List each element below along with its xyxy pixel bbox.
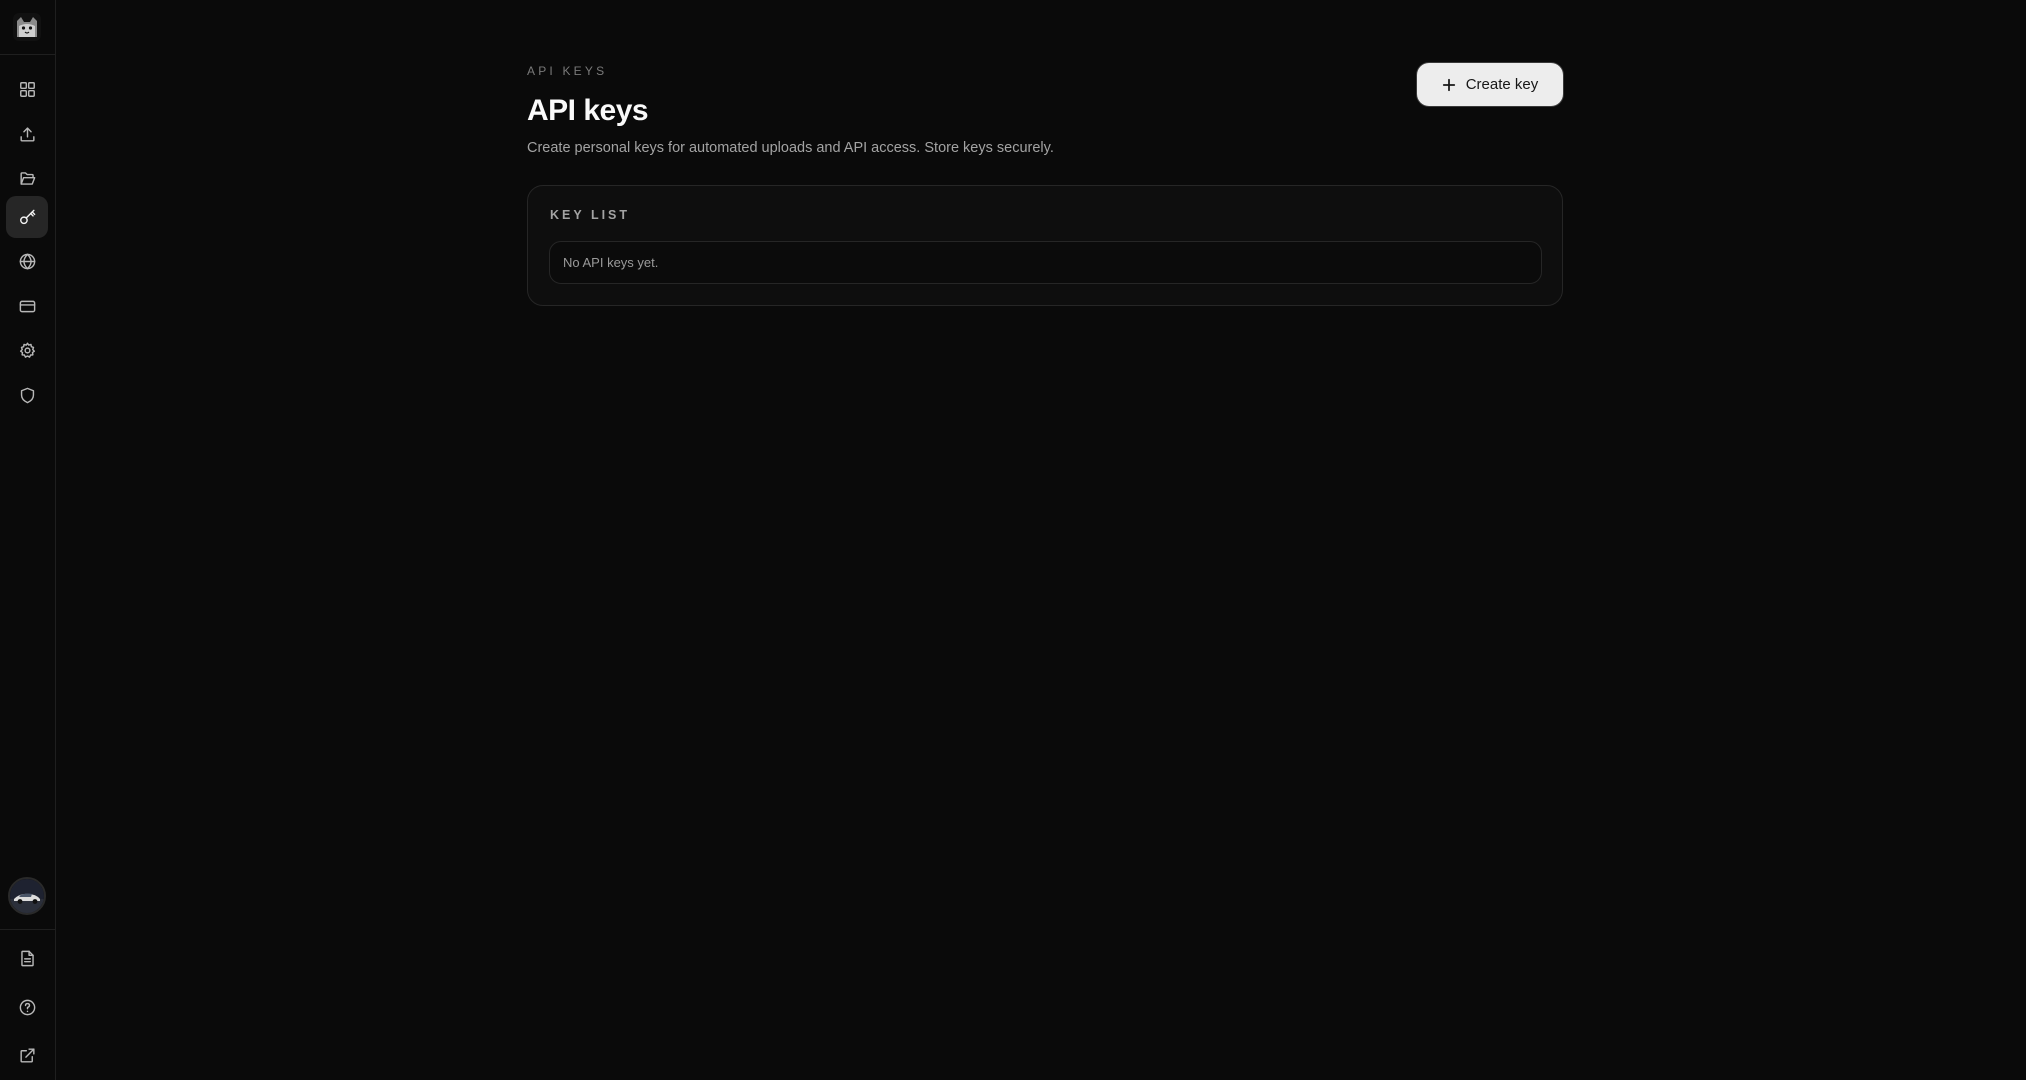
help-circle-icon <box>19 999 35 1015</box>
sidebar-item-settings[interactable] <box>6 329 48 371</box>
shield-icon <box>20 387 34 403</box>
folder-open-icon <box>19 171 35 185</box>
sidebar-item-dashboard[interactable] <box>6 68 48 110</box>
page-eyebrow: API KEYS <box>527 64 608 78</box>
sidebar <box>0 0 56 1080</box>
sidebar-item-domains[interactable] <box>6 240 48 282</box>
key-list-card: KEY LIST No API keys yet. <box>527 185 1563 306</box>
grid-icon <box>19 81 35 97</box>
page-title: API keys <box>527 94 649 127</box>
cat-logo-icon[interactable] <box>12 12 42 42</box>
sidebar-item-docs[interactable] <box>6 937 48 979</box>
plus-icon <box>1442 78 1455 91</box>
app-root: API KEYS API keys Create personal keys f… <box>0 0 2026 1080</box>
main-content: API KEYS API keys Create personal keys f… <box>56 0 2026 1080</box>
sidebar-item-api-keys[interactable] <box>6 196 48 238</box>
page-description: Create personal keys for automated uploa… <box>527 140 1054 156</box>
sidebar-item-help[interactable] <box>6 986 48 1028</box>
sidebar-item-security[interactable] <box>6 374 48 416</box>
key-icon <box>19 209 35 224</box>
sidebar-divider <box>0 929 55 930</box>
upload-icon <box>19 126 35 142</box>
sidebar-item-files[interactable] <box>6 157 48 199</box>
credit-card-icon <box>19 300 35 312</box>
key-list-title: KEY LIST <box>550 208 631 222</box>
sidebar-item-upload[interactable] <box>6 113 48 155</box>
key-list-empty-state: No API keys yet. <box>549 241 1542 284</box>
external-link-icon <box>19 1047 35 1063</box>
globe-icon <box>19 253 35 269</box>
create-key-button[interactable]: Create key <box>1417 63 1563 106</box>
sidebar-item-external[interactable] <box>6 1034 48 1076</box>
user-avatar[interactable] <box>8 877 46 915</box>
sidebar-item-billing[interactable] <box>6 285 48 327</box>
create-key-label: Create key <box>1465 76 1539 93</box>
document-icon <box>20 950 34 966</box>
sidebar-divider <box>0 54 55 55</box>
gear-icon <box>19 342 35 358</box>
